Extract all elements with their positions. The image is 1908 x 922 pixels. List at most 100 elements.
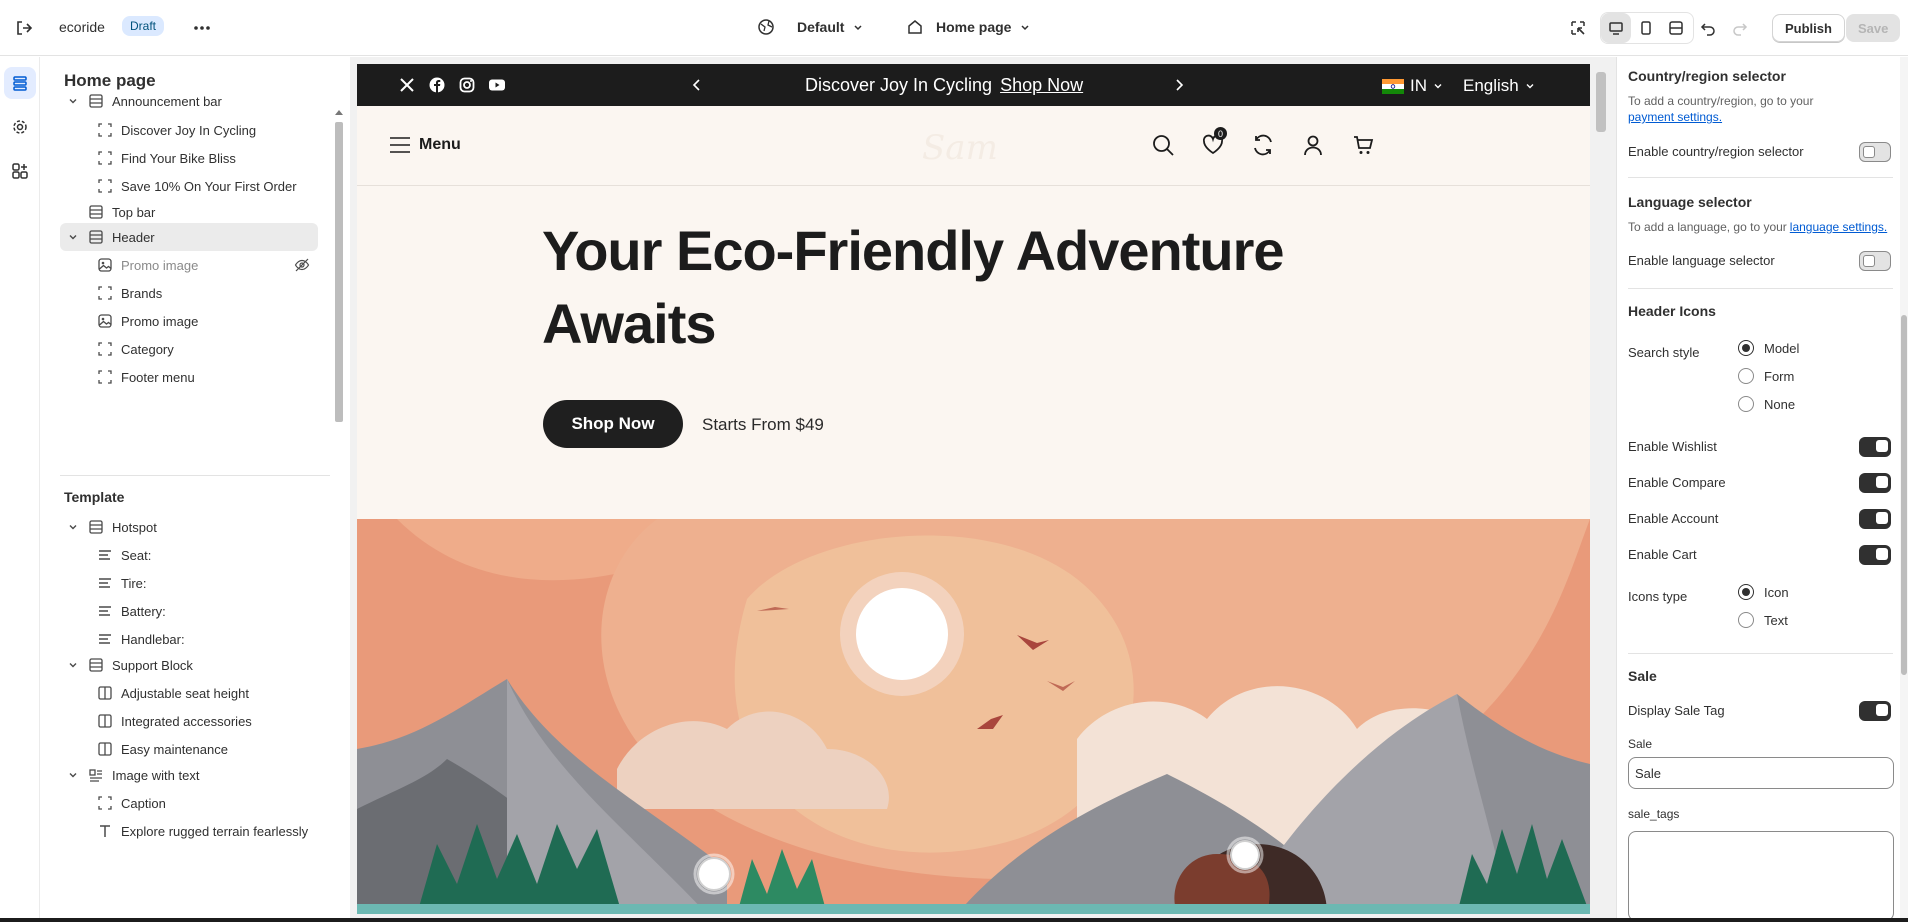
language-settings-link[interactable]: language settings. [1790, 220, 1887, 234]
settings-gear-icon[interactable] [4, 111, 36, 143]
tree-item-label: Category [121, 341, 174, 357]
tree-item-image-with-text[interactable]: Image with text [60, 761, 318, 789]
search-style-model-radio[interactable]: Model [1738, 340, 1799, 356]
tree-item-battery[interactable]: Battery: [60, 597, 318, 625]
exit-icon[interactable] [8, 12, 40, 44]
country-code: IN [1410, 76, 1427, 95]
window-bottom-edge [0, 918, 1908, 922]
tree-item-explore-rugged-terrain-fearlessly[interactable]: Explore rugged terrain fearlessly [60, 817, 318, 845]
wishlist-icon[interactable]: 0 [1202, 127, 1227, 156]
enable-cart-toggle[interactable] [1859, 545, 1891, 565]
hero-shop-button[interactable]: Shop Now [543, 400, 683, 448]
cart-icon[interactable] [1352, 134, 1374, 156]
menu-toggle[interactable]: Menu [389, 136, 461, 154]
search-style-form-radio[interactable]: Form [1738, 368, 1794, 384]
prev-announcement-icon[interactable] [691, 77, 703, 93]
tree-item-support-block[interactable]: Support Block [60, 651, 318, 679]
language-selector[interactable]: English [1463, 76, 1535, 96]
apps-icon[interactable] [4, 155, 36, 187]
tree-item-promo-image[interactable]: Promo image [60, 307, 318, 335]
search-style-none-radio[interactable]: None [1738, 396, 1795, 412]
mobile-view-icon[interactable] [1631, 13, 1661, 43]
tree-item-top-bar[interactable]: Top bar [60, 198, 318, 226]
store-logo[interactable]: Sam [922, 128, 998, 168]
settings-scrollbar[interactable] [1900, 57, 1908, 922]
search-icon[interactable] [1152, 134, 1174, 156]
radio-label: Model [1764, 340, 1800, 356]
tree-item-find-your-bike-bliss[interactable]: Find Your Bike Bliss [60, 144, 318, 172]
instagram-icon[interactable] [459, 77, 475, 93]
enable-compare-toggle[interactable] [1859, 473, 1891, 493]
more-actions-icon[interactable] [186, 12, 218, 44]
block-icon [97, 122, 113, 138]
tree-item-announcement-bar[interactable]: Announcement bar [60, 87, 318, 115]
tree-item-header[interactable]: Header [60, 223, 318, 251]
section-icon [88, 229, 104, 245]
enable-account-toggle[interactable] [1859, 509, 1891, 529]
chevron-down-icon[interactable] [66, 205, 80, 219]
chevron-down-icon[interactable] [66, 94, 80, 108]
enable-wishlist-label: Enable Wishlist [1628, 439, 1717, 454]
tree-item-hotspot[interactable]: Hotspot [60, 513, 318, 541]
desktop-view-icon[interactable] [1601, 13, 1631, 43]
page-selector[interactable]: Home page [906, 18, 1031, 36]
tree-item-label: Footer menu [121, 369, 195, 385]
tree-item-seat[interactable]: Seat: [60, 541, 318, 569]
chevron-down-icon[interactable] [66, 520, 80, 534]
tree-item-easy-maintenance[interactable]: Easy maintenance [60, 735, 318, 763]
payment-settings-link[interactable]: payment settings. [1628, 110, 1722, 124]
tree-item-integrated-accessories[interactable]: Integrated accessories [60, 707, 318, 735]
tree-item-adjustable-seat-height[interactable]: Adjustable seat height [60, 679, 318, 707]
display-sale-tag-toggle[interactable] [1859, 701, 1891, 721]
undo-icon[interactable] [1692, 12, 1724, 44]
store-preview: Discover Joy In Cycling Shop Now IN Engl… [357, 64, 1590, 914]
tree-item-label: Integrated accessories [121, 713, 252, 729]
enable-wishlist-toggle[interactable] [1859, 437, 1891, 457]
enable-language-toggle[interactable] [1859, 251, 1891, 271]
chevron-down-icon[interactable] [66, 230, 80, 244]
sale-tags-textarea[interactable] [1628, 831, 1894, 921]
tree-item-brands[interactable]: Brands [60, 279, 318, 307]
tree-item-category[interactable]: Category [60, 335, 318, 363]
block-icon [97, 150, 113, 166]
top-bar: ecoride Draft Default Home page Publish … [0, 0, 1908, 56]
icons-type-icon-radio[interactable]: Icon [1738, 584, 1789, 600]
inspector-icon[interactable] [1562, 12, 1594, 44]
icons-type-text-radio[interactable]: Text [1738, 612, 1788, 628]
tree-item-save-10-on-your-first-order[interactable]: Save 10% On Your First Order [60, 172, 318, 200]
tree-item-tire[interactable]: Tire: [60, 569, 318, 597]
tree-scrollbar[interactable] [334, 110, 344, 922]
sale-input[interactable] [1628, 757, 1894, 789]
compare-icon[interactable] [1252, 134, 1274, 156]
x-twitter-icon[interactable] [399, 77, 415, 93]
preview-scrollbar[interactable] [1593, 64, 1609, 914]
tree-item-footer-menu[interactable]: Footer menu [60, 363, 318, 391]
chevron-down-icon [1019, 21, 1031, 33]
india-flag-icon [1382, 78, 1404, 94]
redo-icon[interactable] [1724, 12, 1756, 44]
publish-button[interactable]: Publish [1772, 14, 1845, 42]
tree-item-handlebar[interactable]: Handlebar: [60, 625, 318, 653]
radio-selected [1738, 584, 1754, 600]
section-icon [88, 519, 104, 535]
hidden-eye-icon[interactable] [294, 257, 310, 273]
tree-item-discover-joy-in-cycling[interactable]: Discover Joy In Cycling [60, 116, 318, 144]
tree-item-promo-image[interactable]: Promo image [60, 251, 318, 279]
theme-selector-label: Default [797, 19, 845, 35]
youtube-icon[interactable] [488, 77, 506, 93]
facebook-icon[interactable] [429, 77, 445, 93]
sections-icon[interactable] [4, 67, 36, 99]
block-icon [97, 795, 113, 811]
country-selector[interactable]: IN [1382, 76, 1443, 96]
chevron-down-icon[interactable] [66, 768, 80, 782]
announcement-link[interactable]: Shop Now [1000, 75, 1083, 96]
theme-selector[interactable]: Default [757, 18, 864, 36]
fullscreen-view-icon[interactable] [1661, 13, 1691, 43]
next-announcement-icon[interactable] [1173, 77, 1185, 93]
save-button[interactable]: Save [1846, 14, 1901, 42]
section-icon [88, 657, 104, 673]
enable-country-toggle[interactable] [1859, 142, 1891, 162]
chevron-down-icon[interactable] [66, 658, 80, 672]
account-icon[interactable] [1302, 134, 1324, 156]
tree-item-caption[interactable]: Caption [60, 789, 318, 817]
